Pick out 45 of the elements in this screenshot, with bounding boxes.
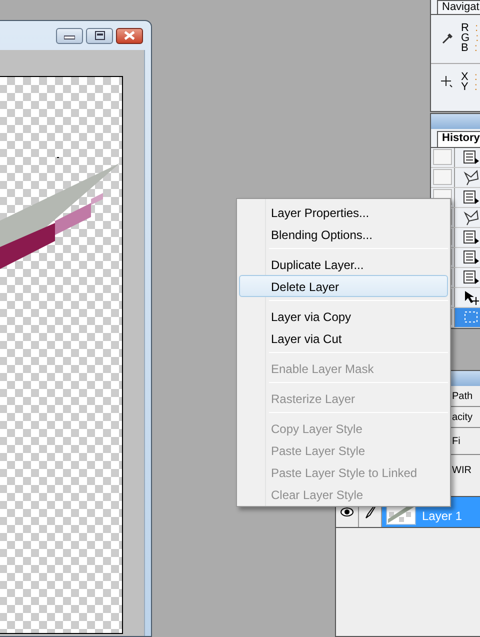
readout-label: X [461,72,468,82]
readout-colon: : [474,72,478,82]
minimize-button[interactable] [56,28,83,44]
navigator-tab[interactable]: Navigat [437,0,480,14]
move-icon [463,289,480,306]
readout-colon: : [476,33,479,43]
readout-label: R [461,23,469,33]
snapshot-checkbox[interactable] [433,149,452,165]
history-item[interactable] [431,168,480,188]
document-icon [463,189,480,206]
maximize-button[interactable] [86,28,113,44]
menu-item[interactable]: Blending Options... [239,223,448,245]
readout-colon: : [474,43,478,53]
document-icon [463,149,480,166]
history-item[interactable] [431,148,480,168]
eyedropper-icon [441,32,453,44]
menu-item[interactable]: Layer Properties... [239,201,448,223]
readout-label: Y [461,82,468,92]
menu-item[interactable]: Duplicate Layer... [239,253,448,275]
eye-icon[interactable] [340,507,354,517]
maximize-icon [94,31,104,40]
document-icon [463,249,480,266]
fill-label: Fi [452,436,460,446]
layer-group-name: WIR [452,464,472,476]
snapshot-checkbox[interactable] [433,169,452,185]
crosshair-icon [441,76,453,88]
paths-label: Path [452,390,473,402]
brush-icon [364,505,376,519]
readout-label: B [461,43,468,53]
opacity-label: acity [452,412,473,422]
readout-colon: : [474,23,478,33]
close-button[interactable] [116,28,143,44]
readout-colon: : [474,82,478,92]
menu-item[interactable]: Layer via Cut [239,327,448,349]
panel-header [431,114,480,129]
menu-item[interactable]: Layer via Copy [239,305,448,327]
readout-label: G [461,33,470,43]
history-tab[interactable]: History [437,131,480,147]
lasso-icon [463,169,480,186]
document-icon [463,269,480,286]
document-icon [463,229,480,246]
lasso-icon [463,209,480,226]
close-icon [124,31,135,40]
layer-name: Layer 1 [422,508,462,523]
menu-item[interactable]: Delete Layer [239,275,448,297]
